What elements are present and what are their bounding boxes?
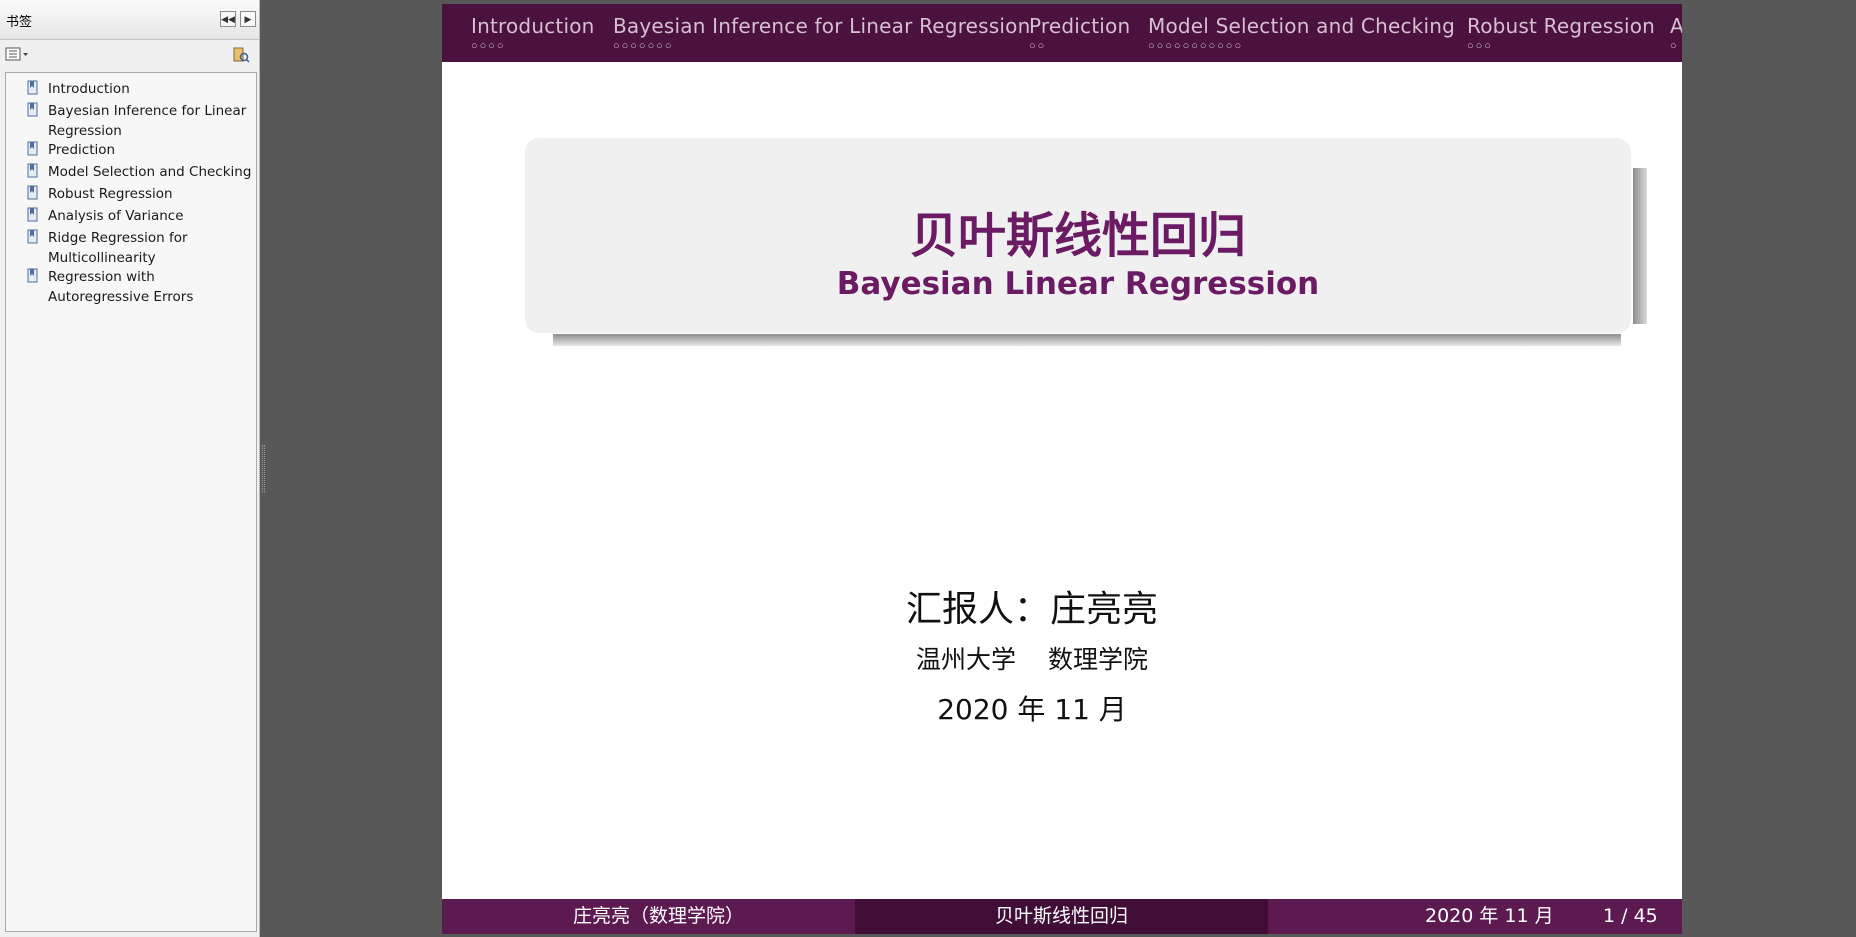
- nav-section-dots[interactable]: ○○○○: [471, 39, 595, 53]
- presenter: 汇报人：庄亮亮: [905, 589, 1158, 630]
- nav-section-dots[interactable]: ○: [1670, 39, 1682, 53]
- nav-section-dots[interactable]: ○○: [1029, 39, 1130, 53]
- nav-section-title: A: [1670, 14, 1682, 38]
- slide-page: Introduction ○○○○ Bayesian Inference for…: [442, 4, 1682, 934]
- bookmarks-panel: 书签 ◀◀ ▶ Introduction Bayesian Inference …: [0, 0, 260, 937]
- title-shadow: [1633, 168, 1647, 324]
- bookmark-icon: [27, 102, 38, 117]
- nav-section-title: Prediction: [1029, 14, 1131, 38]
- nav-section-model-selection[interactable]: Model Selection and Checking ○○○○○○○○○○○: [1148, 14, 1455, 53]
- affiliation: 温州大学 数理学院: [442, 640, 1652, 676]
- bookmark-analysis-of-variance[interactable]: Analysis of Variance: [26, 206, 258, 226]
- bookmark-label: Introduction: [48, 81, 130, 97]
- title-shadow: [553, 334, 1621, 346]
- nav-section-title: Robust Regression: [1467, 14, 1656, 38]
- bookmark-icon: [27, 207, 38, 222]
- nav-section-title: Bayesian Inference for Linear Regression: [613, 14, 1031, 38]
- nav-section-truncated[interactable]: A ○: [1670, 14, 1682, 53]
- bookmark-bayesian-inference[interactable]: Bayesian Inference for Linear Regression: [26, 101, 258, 141]
- bookmarks-toolbar: [0, 40, 259, 70]
- nav-section-title: Model Selection and Checking: [1148, 14, 1455, 38]
- bookmark-icon: [27, 163, 38, 178]
- bookmarks-title: 书签: [6, 15, 33, 30]
- panel-splitter[interactable]: [262, 445, 265, 493]
- list-options-icon[interactable]: [5, 47, 29, 64]
- bookmarks-tree: Introduction Bayesian Inference for Line…: [5, 72, 257, 932]
- nav-section-dots[interactable]: ○○○○○○○: [613, 39, 1031, 53]
- footer-short-title[interactable]: 贝叶斯线性回归: [855, 899, 1268, 934]
- footer-right: 2020 年 11 月 1 / 45: [1268, 899, 1682, 934]
- title-block: 贝叶斯线性回归 Bayesian Linear Regression: [525, 138, 1647, 346]
- bookmark-prediction[interactable]: Prediction: [26, 140, 258, 160]
- bookmark-label: Analysis of Variance: [48, 208, 184, 224]
- nav-section-bayesian-inference[interactable]: Bayesian Inference for Linear Regression…: [613, 14, 1031, 53]
- footer-page-number: 1 / 45: [1603, 905, 1658, 927]
- slide-title-english: Bayesian Linear Regression: [836, 266, 1320, 302]
- nav-section-dots[interactable]: ○○○○○○○○○○○: [1148, 39, 1455, 53]
- nav-section-robust-regression[interactable]: Robust Regression ○○○: [1467, 14, 1655, 53]
- double-chevron-left-icon[interactable]: ◀◀: [220, 11, 236, 27]
- bookmark-icon: [27, 229, 38, 244]
- footer-date: 2020 年 11 月: [1425, 905, 1554, 927]
- bookmark-introduction[interactable]: Introduction: [26, 79, 258, 99]
- bookmark-label: Robust Regression: [48, 186, 173, 202]
- bookmark-label: Bayesian Inference for Linear Regression: [48, 103, 247, 139]
- footer-author[interactable]: 庄亮亮（数理学院）: [442, 899, 855, 934]
- bookmark-autoregressive-errors[interactable]: Regression with Autoregressive Errors: [26, 267, 258, 307]
- bookmarks-header: 书签 ◀◀ ▶: [0, 0, 259, 40]
- university: 温州大学: [915, 645, 1016, 674]
- bookmark-icon: [27, 185, 38, 200]
- section-navigation: Introduction ○○○○ Bayesian Inference for…: [442, 4, 1682, 62]
- presentation-date: 2020 年 11 月: [937, 693, 1127, 726]
- slide-title-chinese: 贝叶斯线性回归: [909, 208, 1246, 264]
- bookmark-icon: [27, 80, 38, 95]
- bookmark-label: Prediction: [48, 142, 116, 158]
- bookmark-icon: [27, 141, 38, 156]
- bookmark-label: Ridge Regression for Multicollinearity: [48, 230, 188, 266]
- nav-section-introduction[interactable]: Introduction ○○○○: [471, 14, 595, 53]
- school: 数理学院: [1048, 645, 1149, 674]
- bookmark-model-selection[interactable]: Model Selection and Checking: [26, 162, 258, 182]
- bookmark-robust-regression[interactable]: Robust Regression: [26, 184, 258, 204]
- bookmark-label: Model Selection and Checking: [48, 164, 252, 180]
- chevron-right-icon[interactable]: ▶: [240, 11, 256, 27]
- find-bookmark-icon[interactable]: [232, 47, 250, 66]
- bookmark-ridge-regression[interactable]: Ridge Regression for Multicollinearity: [26, 228, 258, 268]
- bookmark-label: Regression with Autoregressive Errors: [48, 269, 194, 305]
- nav-section-title: Introduction: [471, 14, 595, 38]
- nav-section-dots[interactable]: ○○○: [1467, 39, 1655, 53]
- title-box: 贝叶斯线性回归 Bayesian Linear Regression: [525, 138, 1631, 333]
- nav-section-prediction[interactable]: Prediction ○○: [1029, 14, 1130, 53]
- bookmark-icon: [27, 268, 38, 283]
- slide-footer: 庄亮亮（数理学院） 贝叶斯线性回归 2020 年 11 月 1 / 45: [442, 899, 1682, 934]
